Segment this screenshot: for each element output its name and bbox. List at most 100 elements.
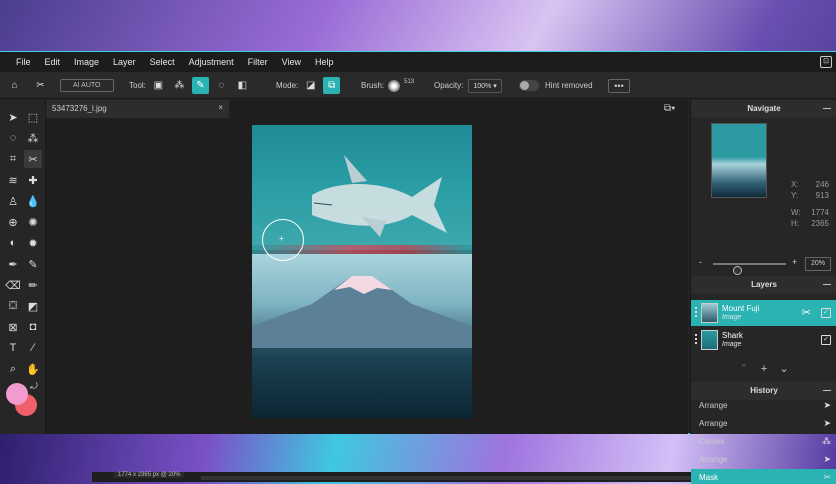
dodge-tool-icon[interactable]: ◐ (4, 234, 22, 252)
pointer-icon: ➤ (823, 418, 831, 428)
h-value: 2365 (811, 219, 829, 228)
mode-subtract-icon[interactable]: ◪ (302, 77, 319, 94)
move-tool-icon[interactable]: ➤ (4, 108, 22, 126)
layer-visibility-checkbox[interactable]: ✓ (821, 308, 831, 318)
mode-add-icon[interactable]: ⧉ (323, 77, 341, 94)
layer-controls: ⌃ + ⌄ (691, 362, 836, 378)
tools-sidebar: ➤ ⬚ ◌ ⁂ ⌗ ✂ ≋ ✚ ♙ 💧 ⊕ ✺ ◐ ✹ ✒ ✎ ⌫ ✏ ⛋ ◩ … (0, 100, 46, 434)
move-layer-down-icon[interactable]: ⌄ (779, 363, 788, 375)
scissors-icon: ✂ (823, 472, 831, 482)
globe-tool-icon[interactable]: ⊕ (4, 213, 22, 231)
brush-tool-icon[interactable]: ✎ (191, 77, 209, 94)
sponge-tool-icon[interactable]: ✺ (24, 213, 42, 231)
w-value: 1774 (811, 208, 829, 217)
zoom-slider-knob[interactable] (733, 266, 742, 275)
navigate-header[interactable]: Navigate — (691, 100, 836, 118)
menu-adjustment[interactable]: Adjustment (182, 57, 241, 67)
primary-color-swatch[interactable] (6, 383, 28, 405)
pen-tool-icon[interactable]: ✒ (4, 255, 22, 273)
scissors-icon[interactable]: ✂ (802, 306, 811, 319)
gradient-tool-icon[interactable]: ◩ (24, 297, 42, 315)
zoom-in-button[interactable]: + (792, 257, 797, 267)
layer-name: Shark (722, 331, 743, 340)
zoom-slider[interactable] (713, 263, 786, 275)
cutout-icon[interactable]: ✂ (24, 150, 42, 168)
menu-filter[interactable]: Filter (241, 57, 275, 67)
opacity-select[interactable]: 100% ▾ (468, 78, 502, 93)
healing-tool-icon[interactable]: ✚ (24, 171, 42, 189)
history-item[interactable]: Curves ⁂ (691, 433, 836, 451)
arrange-windows-icon[interactable]: ⧉▾ (664, 103, 675, 114)
more-options-button[interactable]: ••• (608, 78, 630, 93)
collapse-navigate-icon[interactable]: — (823, 100, 831, 118)
mode-label: Mode: (276, 81, 299, 90)
hint-removed-toggle[interactable] (519, 80, 539, 91)
move-layer-up-icon[interactable]: ⌃ (739, 363, 748, 375)
navigator-thumbnail[interactable] (711, 123, 767, 198)
layer-mount-fuji[interactable]: Mount Fuji Image ✂ ✓ (691, 300, 836, 326)
fill-tool-icon[interactable]: ⛋ (4, 297, 22, 315)
drag-handle-icon[interactable] (695, 334, 697, 344)
lasso-tool-icon[interactable]: ◌ (4, 129, 22, 147)
layer-visibility-checkbox[interactable]: ✓ (821, 335, 831, 345)
zoom-value[interactable]: 20% (805, 257, 831, 271)
options-toolbar: ⌂ ✂ AI AUTO Tool: ▣ ⁂ ✎ ◌ ◧ Mode: ◪ ⧉ Br… (0, 72, 836, 99)
menu-select[interactable]: Select (143, 57, 182, 67)
mask-icon[interactable]: ◧ (234, 77, 251, 94)
pencil-tool-icon[interactable]: ✏ (24, 276, 42, 294)
eyedropper-tool-icon[interactable]: ⁄ (24, 339, 42, 357)
burn-tool-icon[interactable]: ✹ (24, 234, 42, 252)
menu-file[interactable]: File (0, 57, 38, 67)
blur-tool-icon[interactable]: 💧 (24, 192, 42, 210)
shape-tool-icon[interactable]: ◘ (24, 318, 42, 336)
drag-handle-icon[interactable] (695, 307, 697, 317)
transform-tool-icon[interactable]: ⊠ (4, 318, 22, 336)
zoom-out-button[interactable]: - (699, 257, 702, 267)
home-icon[interactable]: ⌂ (6, 77, 23, 94)
magic-wand-icon[interactable]: ⁂ (171, 77, 188, 94)
quick-select-icon[interactable]: ⁂ (24, 129, 42, 147)
menu-image[interactable]: Image (67, 57, 106, 67)
image-size-status: 1774 x 2365 px @ 20% (114, 472, 185, 478)
menu-layer[interactable]: Layer (106, 57, 143, 67)
collapse-layers-icon[interactable]: — (823, 276, 831, 294)
text-tool-icon[interactable]: T (4, 339, 22, 357)
horizontal-scrollbar[interactable] (201, 476, 734, 480)
cutout-tool-icon[interactable]: ✂ (32, 77, 49, 94)
hand-tool-icon[interactable]: ✋ (24, 360, 42, 378)
liquify-tool-icon[interactable]: ≋ (4, 171, 22, 189)
image-canvas[interactable]: + (252, 125, 472, 418)
photo-editor-window: File Edit Image Layer Select Adjustment … (0, 51, 836, 484)
zoom-tool-icon[interactable]: ⌕ (4, 360, 22, 378)
fullscreen-button[interactable]: ⊡ (820, 56, 832, 68)
eraser-tool-icon[interactable]: ⌫ (4, 276, 22, 294)
add-layer-icon[interactable]: + (761, 363, 767, 375)
x-label: X: (791, 180, 799, 189)
lasso-lock-icon[interactable]: ▣ (150, 77, 167, 94)
stamp-tool-icon[interactable]: ♙ (4, 192, 22, 210)
brush-size: 513 (404, 78, 415, 85)
brush-icon[interactable]: ✎ (24, 255, 42, 273)
marquee-tool-icon[interactable]: ⬚ (24, 108, 42, 126)
history-item[interactable]: Arrange ➤ (691, 451, 836, 469)
layer-type: Image (722, 341, 742, 348)
layer-shark[interactable]: Shark Image ✓ (691, 327, 836, 353)
layer-thumbnail (701, 330, 718, 350)
history-item[interactable]: Arrange ➤ (691, 397, 836, 415)
swap-colors-icon[interactable]: ⤾ (28, 380, 40, 392)
mount-fuji-layer-image (252, 254, 472, 418)
menu-edit[interactable]: Edit (38, 57, 68, 67)
history-item[interactable]: Arrange ➤ (691, 415, 836, 433)
close-tab-icon[interactable]: × (218, 103, 223, 112)
brush-preview-icon[interactable] (388, 79, 401, 92)
ai-auto-button[interactable]: AI AUTO (60, 79, 114, 92)
document-tab[interactable]: 53473276_l.jpg × (46, 100, 229, 118)
history-item-selected[interactable]: Mask ✂ (691, 469, 836, 484)
menu-help[interactable]: Help (308, 57, 341, 67)
menu-bar: File Edit Image Layer Select Adjustment … (0, 52, 836, 72)
layers-header[interactable]: Layers — (691, 276, 836, 294)
menu-view[interactable]: View (275, 57, 308, 67)
h-label: H: (791, 219, 799, 228)
lasso-icon[interactable]: ◌ (213, 77, 230, 94)
crop-tool-icon[interactable]: ⌗ (4, 150, 22, 168)
